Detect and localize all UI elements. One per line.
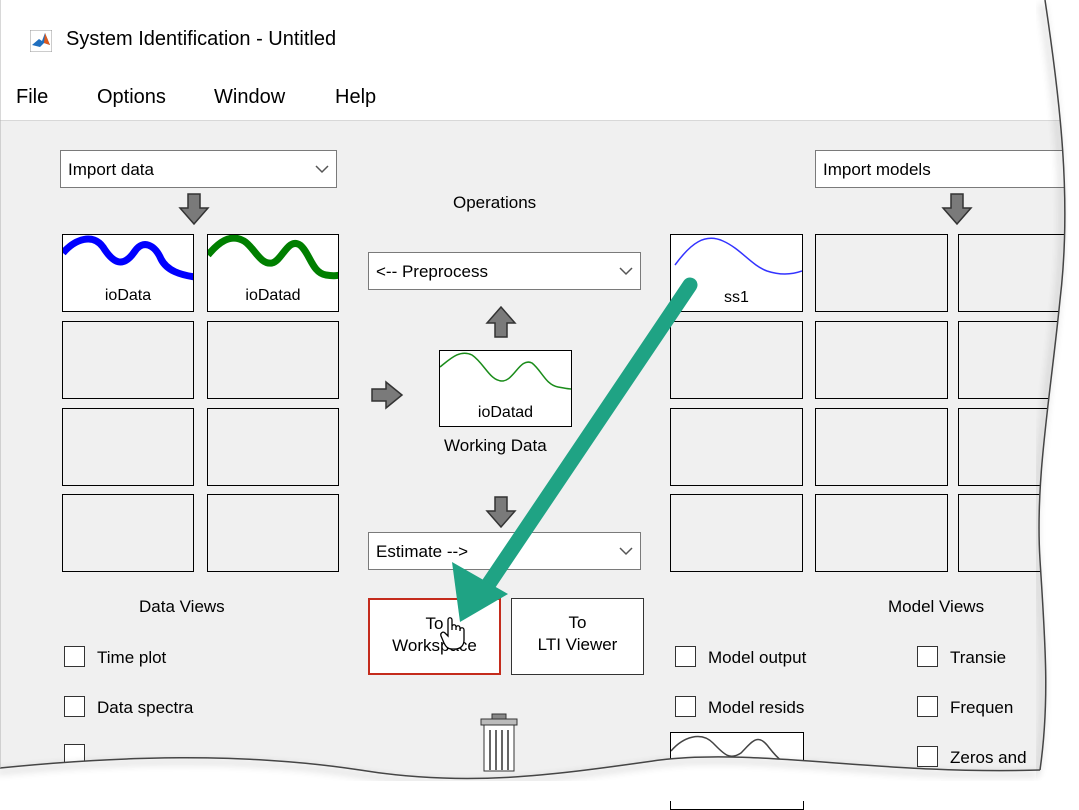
- annotation-arrow: [452, 277, 698, 622]
- hand-cursor-icon: [440, 617, 465, 650]
